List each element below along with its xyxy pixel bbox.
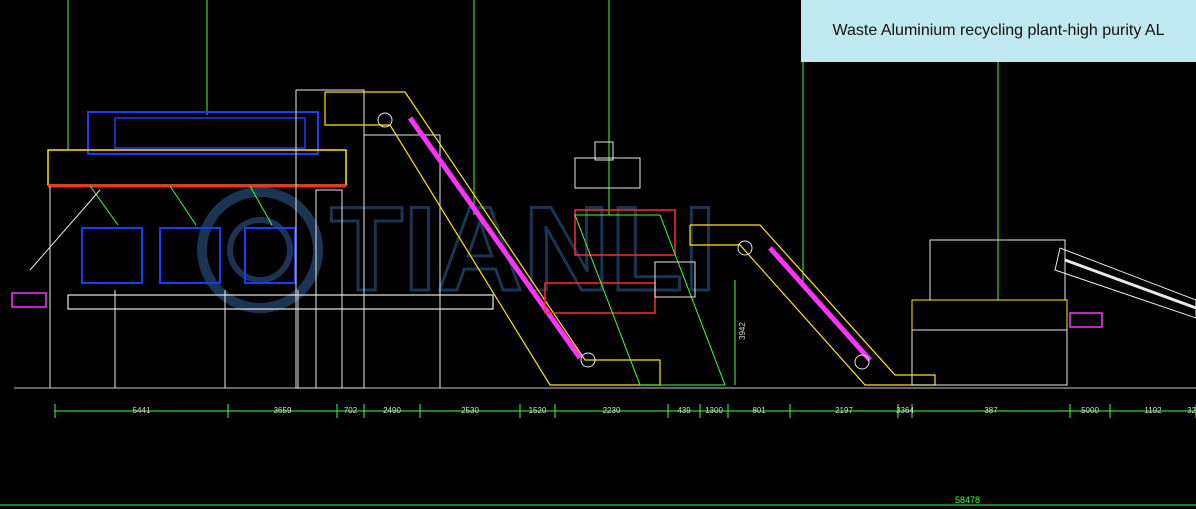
dimension-label: 2197 (835, 406, 853, 415)
dimension-label: 5441 (133, 406, 151, 415)
drawing-title: Waste Aluminium recycling plant-high pur… (801, 0, 1196, 62)
dimension-label: 3364 (896, 406, 914, 415)
conveyor-2 (689, 224, 936, 386)
discharge-conveyor (1054, 247, 1196, 319)
dimension-label: 3289 (1187, 406, 1196, 415)
dimension-label: 702 (344, 406, 358, 415)
watermark-logo: TIANLI (197, 181, 718, 318)
vertical-dim-label: 3942 (738, 322, 747, 340)
vertical-dimension: 3942 (734, 280, 747, 385)
dimension-label: 387 (984, 406, 998, 415)
dimension-label: 1300 (705, 406, 723, 415)
dimension-line: 5441 3659 702 2490 2530 1520 2230 439 1300 801 219… (54, 404, 1196, 418)
dimension-label: 439 (677, 406, 691, 415)
dimension-label: 2530 (461, 406, 479, 415)
dimension-label: 1192 (1144, 406, 1162, 415)
dimension-label: 3659 (274, 406, 292, 415)
dimension-label: 2230 (603, 406, 621, 415)
dimension-label: 801 (752, 406, 766, 415)
dimension-label: 2490 (383, 406, 401, 415)
plant-drawing: TIANLI 5441 3659 702 2490 2530 1520 2230… (0, 0, 1196, 506)
dimension-label: 5000 (1081, 406, 1099, 415)
total-length-label: 58478 (955, 495, 980, 505)
watermark-text: TIANLI (330, 182, 717, 316)
dimension-label: 1520 (529, 406, 547, 415)
